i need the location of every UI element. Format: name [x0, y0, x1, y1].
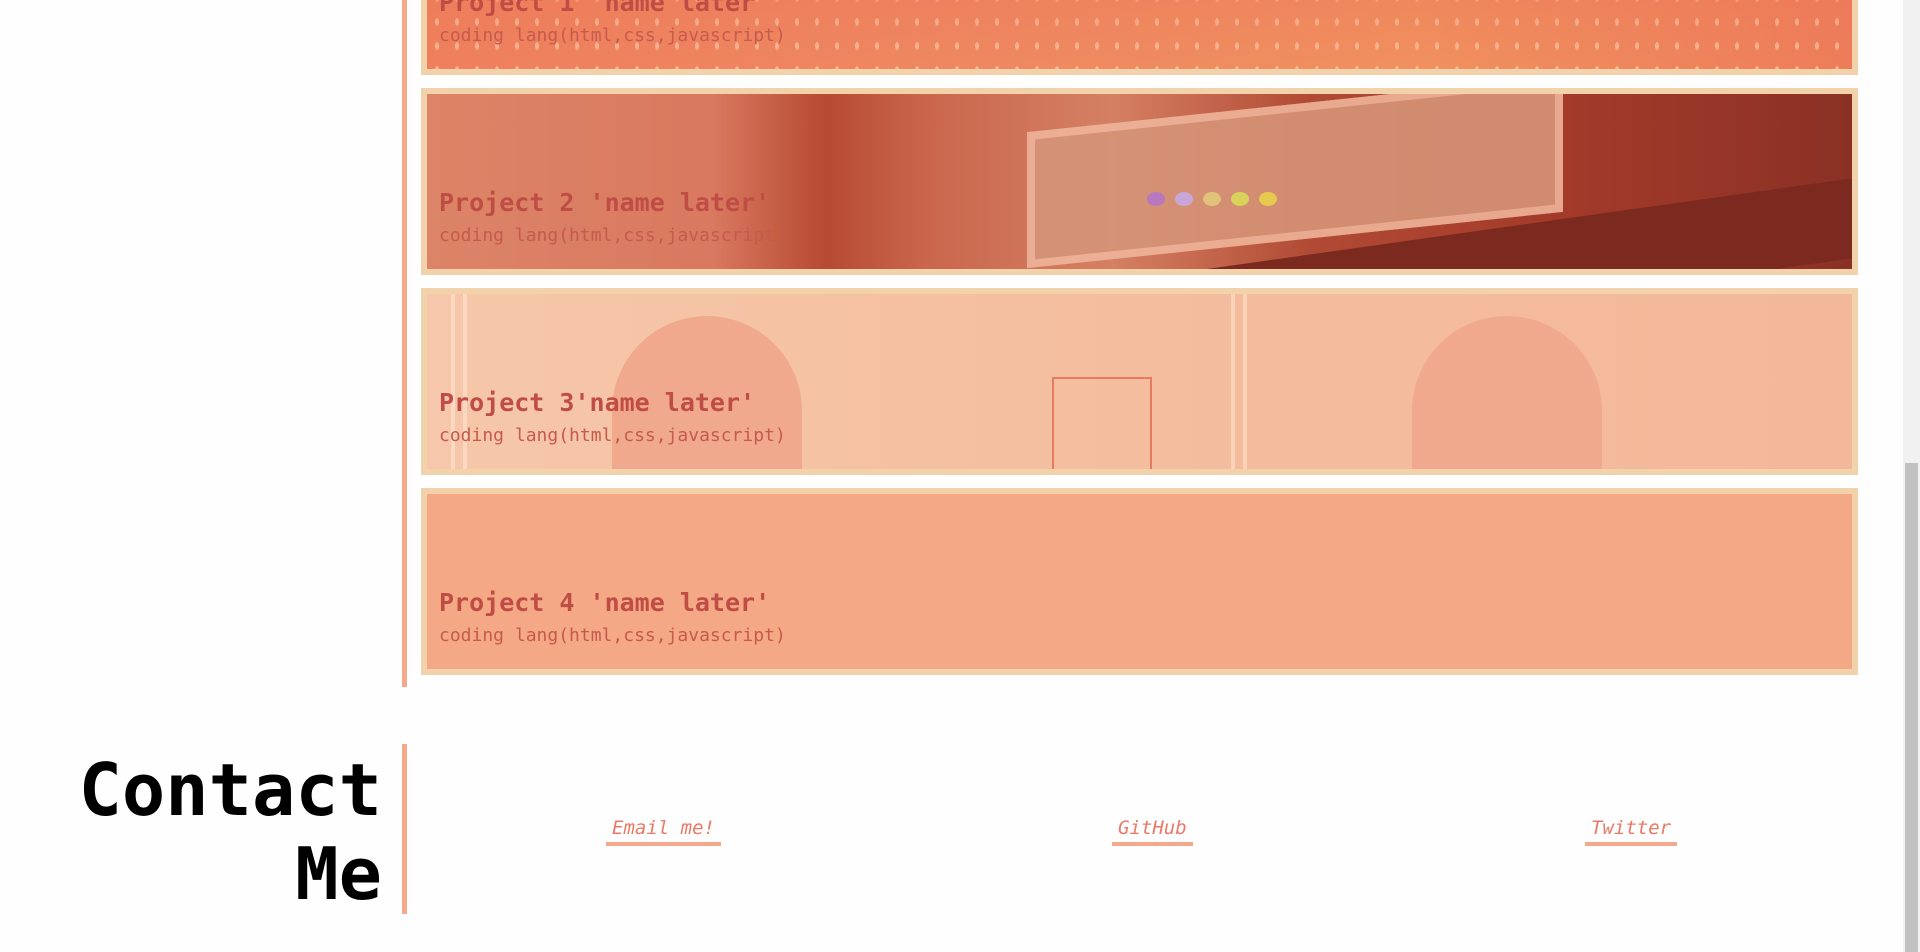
- project-languages: coding lang(html,css,javascript): [439, 225, 786, 246]
- project-languages: coding lang(html,css,javascript): [439, 625, 786, 646]
- project-card-4[interactable]: Project 4 'name later' coding lang(html,…: [421, 488, 1858, 675]
- projects-accent-bar: [402, 0, 407, 687]
- project-languages: coding lang(html,css,javascript): [439, 25, 786, 46]
- contact-heading: Contact Me: [22, 748, 382, 916]
- project-card-1[interactable]: Project 1 'name later' coding lang(html,…: [421, 0, 1858, 75]
- project-title: Project 2 'name later': [439, 188, 771, 217]
- scrollbar-thumb[interactable]: [1905, 463, 1918, 952]
- page: Project 1 'name later' coding lang(html,…: [0, 0, 1920, 952]
- project-card-2[interactable]: Project 2 'name later' coding lang(html,…: [421, 88, 1858, 275]
- github-link[interactable]: GitHub: [1112, 817, 1193, 846]
- project-card-3[interactable]: Project 3'name later' coding lang(html,c…: [421, 288, 1858, 475]
- project-languages: coding lang(html,css,javascript): [439, 425, 786, 446]
- project-title: Project 4 'name later': [439, 588, 771, 617]
- page-scrollbar[interactable]: [1903, 0, 1920, 952]
- frame-shape: [1052, 377, 1152, 469]
- project-title: Project 3'name later': [439, 388, 756, 417]
- project-title: Project 1 'name later': [439, 0, 771, 17]
- arch-shape: [1412, 316, 1602, 469]
- contact-heading-line1: Contact: [78, 748, 382, 832]
- twitter-link[interactable]: Twitter: [1585, 817, 1678, 846]
- contact-accent-bar: [402, 744, 407, 914]
- email-link[interactable]: Email me!: [606, 817, 721, 846]
- contact-heading-line2: Me: [295, 832, 382, 916]
